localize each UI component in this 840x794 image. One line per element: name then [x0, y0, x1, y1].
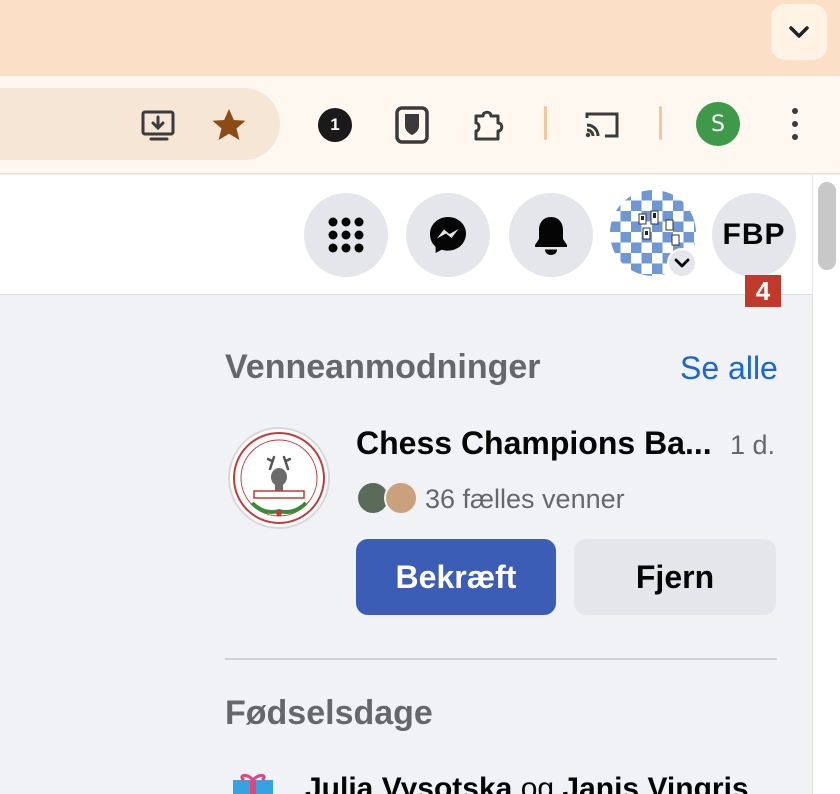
section-divider — [225, 658, 777, 660]
profile-initial: S — [711, 111, 725, 137]
birthday-name[interactable]: Janis Vingris — [562, 772, 748, 794]
menu-button[interactable] — [304, 193, 388, 277]
notifications-button[interactable] — [509, 193, 593, 277]
notification-count-badge: 4 — [745, 275, 781, 307]
apps-grid-icon — [328, 217, 364, 253]
chevron-down-icon — [789, 26, 809, 38]
install-app-icon[interactable] — [140, 106, 180, 146]
confirm-button[interactable]: Bekræft — [356, 539, 556, 615]
tab-search-button[interactable] — [771, 4, 827, 60]
gift-icon — [233, 774, 273, 794]
chevron-down-icon — [674, 258, 690, 268]
mutual-friends-count[interactable]: 36 fælles venner — [425, 484, 625, 515]
friend-requests-title: Venneanmodninger — [225, 348, 541, 386]
toolbar-separator — [659, 106, 662, 140]
birthday-entry[interactable]: Julia Vysotska og Janis Vingris — [305, 772, 749, 794]
birthday-joiner: og — [520, 772, 555, 794]
bookmark-star-icon[interactable] — [208, 104, 250, 146]
1password-label: 1 — [330, 115, 340, 134]
requester-name[interactable]: Chess Champions Ba... — [356, 425, 712, 462]
messenger-icon — [430, 217, 466, 253]
request-time: 1 d. — [730, 430, 776, 460]
requester-avatar[interactable] — [228, 427, 330, 529]
page-switch-button[interactable]: FBP — [712, 193, 796, 277]
mutual-friend-avatar — [384, 481, 418, 515]
1password-icon[interactable]: 1 — [318, 108, 352, 142]
remove-button[interactable]: Fjern — [574, 539, 776, 615]
birthday-name[interactable]: Julia Vysotska — [305, 772, 512, 794]
see-all-link[interactable]: Se alle — [680, 350, 778, 387]
toolbar-separator — [544, 106, 547, 140]
club-logo-icon — [233, 432, 325, 524]
bell-icon — [535, 217, 567, 255]
cast-icon[interactable] — [582, 106, 622, 144]
bitwarden-shield-icon[interactable] — [392, 104, 432, 146]
account-menu-chevron[interactable] — [667, 248, 697, 278]
browser-profile-avatar[interactable]: S — [696, 102, 740, 146]
page-button-label: FBP — [722, 218, 786, 251]
messenger-button[interactable] — [406, 193, 490, 277]
extensions-puzzle-icon[interactable] — [468, 104, 508, 146]
scrollbar-thumb[interactable] — [818, 182, 836, 270]
more-menu-icon[interactable] — [785, 104, 805, 144]
browser-tabstrip — [0, 0, 840, 76]
birthdays-title: Fødselsdage — [225, 694, 433, 732]
